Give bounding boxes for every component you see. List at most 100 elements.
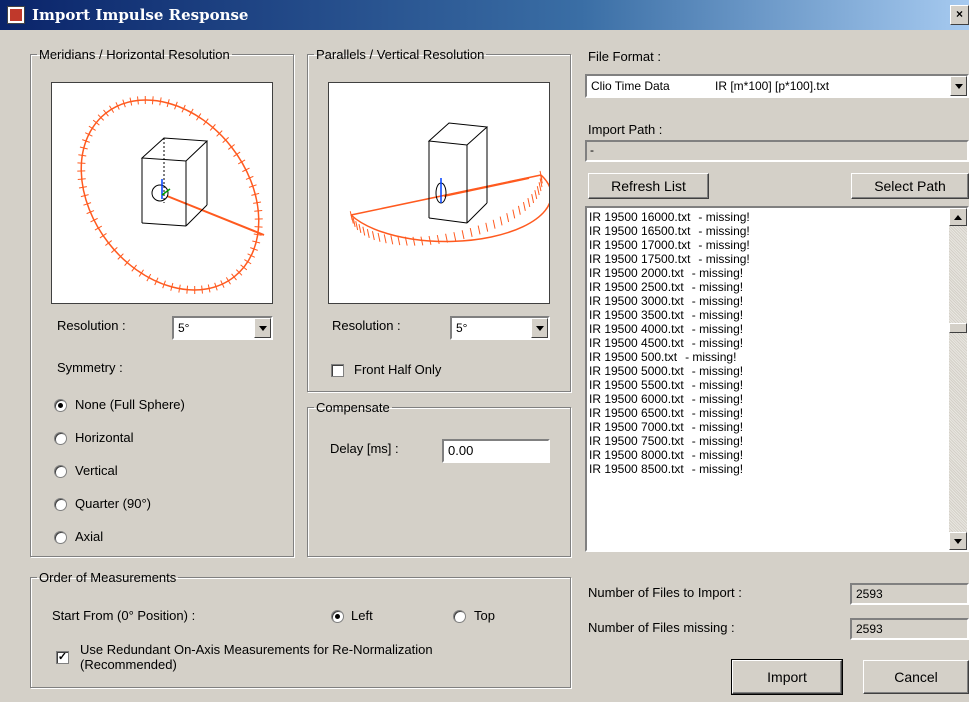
list-item-filename: IR 19500 2000.txt <box>589 266 684 280</box>
symmetry-option-label[interactable]: None (Full Sphere) <box>75 397 185 412</box>
front-half-label[interactable]: Front Half Only <box>354 362 441 377</box>
list-item[interactable]: IR 19500 8000.txt - missing! <box>587 448 949 462</box>
redundant-label-line2[interactable]: (Recommended) <box>80 657 177 672</box>
list-item-status: - missing! <box>691 406 744 420</box>
list-item[interactable]: IR 19500 3500.txt - missing! <box>587 308 949 322</box>
close-button[interactable]: × <box>950 5 969 25</box>
parallels-preview <box>328 82 552 304</box>
symmetry-radio[interactable] <box>54 465 67 478</box>
cancel-button[interactable]: Cancel <box>863 660 969 694</box>
list-item-status: - missing! <box>698 224 750 238</box>
meridians-preview-graphic <box>77 96 265 294</box>
files-missing-value: 2593 <box>850 618 969 640</box>
list-item-status: - missing! <box>691 420 744 434</box>
file-format-label: File Format : <box>588 49 661 64</box>
list-item-filename: IR 19500 3000.txt <box>589 294 684 308</box>
parallels-resolution-select[interactable]: 5° <box>450 316 550 340</box>
symmetry-option-label[interactable]: Vertical <box>75 463 118 478</box>
start-top-radio[interactable] <box>453 610 466 623</box>
chevron-down-icon[interactable] <box>254 318 271 338</box>
list-item[interactable]: IR 19500 7500.txt - missing! <box>587 434 949 448</box>
chevron-down-icon[interactable] <box>531 318 548 338</box>
list-item[interactable]: IR 19500 500.txt - missing! <box>587 350 949 364</box>
redundant-checkbox[interactable]: ✓ <box>56 651 69 664</box>
list-item[interactable]: IR 19500 17500.txt - missing! <box>587 252 949 266</box>
list-item-filename: IR 19500 7000.txt <box>589 420 684 434</box>
list-item-status: - missing! <box>691 322 744 336</box>
list-item-filename: IR 19500 16500.txt <box>589 224 691 238</box>
list-item-filename: IR 19500 500.txt <box>589 350 678 364</box>
files-missing-label: Number of Files missing : <box>588 620 735 635</box>
list-item-filename: IR 19500 4500.txt <box>589 336 684 350</box>
list-item[interactable]: IR 19500 5000.txt - missing! <box>587 364 949 378</box>
list-item-status: - missing! <box>691 294 744 308</box>
list-item[interactable]: IR 19500 3000.txt - missing! <box>587 294 949 308</box>
app-icon <box>7 6 25 24</box>
parallels-resolution-value: 5° <box>456 321 468 335</box>
start-top-label[interactable]: Top <box>474 608 495 623</box>
redundant-label-line1[interactable]: Use Redundant On-Axis Measurements for R… <box>80 642 433 657</box>
meridians-preview <box>51 82 273 304</box>
list-item-filename: IR 19500 17500.txt <box>589 252 691 266</box>
start-from-label: Start From (0° Position) : <box>52 608 196 623</box>
file-format-name: Clio Time Data <box>591 79 670 93</box>
list-item[interactable]: IR 19500 2000.txt - missing! <box>587 266 949 280</box>
list-item[interactable]: IR 19500 7000.txt - missing! <box>587 420 949 434</box>
list-item[interactable]: IR 19500 6000.txt - missing! <box>587 392 949 406</box>
list-item[interactable]: IR 19500 4000.txt - missing! <box>587 322 949 336</box>
list-item[interactable]: IR 19500 17000.txt - missing! <box>587 238 949 252</box>
list-item-status: - missing! <box>691 448 744 462</box>
order-legend: Order of Measurements <box>39 570 177 585</box>
list-item-status: - missing! <box>691 308 744 322</box>
file-list-rows: IR 19500 16000.txt - missing! IR 19500 165… <box>587 210 949 476</box>
symmetry-radio[interactable] <box>54 531 67 544</box>
list-item[interactable]: IR 19500 16000.txt - missing! <box>587 210 949 224</box>
list-item-status: - missing! <box>691 364 744 378</box>
list-item-filename: IR 19500 2500.txt <box>589 280 684 294</box>
symmetry-option-label[interactable]: Quarter (90°) <box>75 496 151 511</box>
start-left-radio[interactable] <box>331 610 344 623</box>
scroll-up-button[interactable] <box>949 208 967 226</box>
parallels-legend: Parallels / Vertical Resolution <box>316 47 485 62</box>
list-item[interactable]: IR 19500 8500.txt - missing! <box>587 462 949 476</box>
list-item[interactable]: IR 19500 2500.txt - missing! <box>587 280 949 294</box>
import-path-field: - <box>585 140 969 162</box>
list-item-filename: IR 19500 3500.txt <box>589 308 684 322</box>
file-list[interactable]: IR 19500 16000.txt - missing! IR 19500 165… <box>585 206 969 552</box>
select-path-button[interactable]: Select Path <box>851 173 969 199</box>
file-list-scrollbar[interactable] <box>949 208 967 550</box>
symmetry-radio[interactable] <box>54 498 67 511</box>
front-half-checkbox[interactable] <box>331 364 344 377</box>
symmetry-option-label[interactable]: Axial <box>75 529 103 544</box>
start-left-label[interactable]: Left <box>351 608 373 623</box>
chevron-down-icon[interactable] <box>950 76 967 96</box>
files-to-import-value: 2593 <box>850 583 969 605</box>
refresh-list-button[interactable]: Refresh List <box>588 173 709 199</box>
list-item-status: - missing! <box>691 434 744 448</box>
file-format-select[interactable]: Clio Time Data IR [m*100] [p*100].txt <box>585 74 969 98</box>
scroll-thumb[interactable] <box>949 323 967 333</box>
symmetry-radio[interactable] <box>54 399 67 412</box>
delay-input[interactable]: 0.00 <box>442 439 550 463</box>
list-item-filename: IR 19500 4000.txt <box>589 322 684 336</box>
list-item[interactable]: IR 19500 6500.txt - missing! <box>587 406 949 420</box>
import-path-label: Import Path : <box>588 122 663 137</box>
list-item-status: - missing! <box>691 378 744 392</box>
list-item-status: - missing! <box>691 392 744 406</box>
symmetry-radio[interactable] <box>54 432 67 445</box>
scroll-down-button[interactable] <box>949 532 967 550</box>
list-item-status: - missing! <box>685 350 737 364</box>
delay-label: Delay [ms] : <box>330 441 399 456</box>
compensate-legend: Compensate <box>316 400 390 415</box>
import-button[interactable]: Import <box>731 659 843 695</box>
list-item[interactable]: IR 19500 5500.txt - missing! <box>587 378 949 392</box>
list-item-filename: IR 19500 8500.txt <box>589 462 684 476</box>
parallels-resolution-label: Resolution : <box>332 318 401 333</box>
window-title: Import Impulse Response <box>32 6 249 24</box>
list-item[interactable]: IR 19500 16500.txt - missing! <box>587 224 949 238</box>
list-item-status: - missing! <box>698 210 750 224</box>
meridians-resolution-select[interactable]: 5° <box>172 316 273 340</box>
list-item[interactable]: IR 19500 4500.txt - missing! <box>587 336 949 350</box>
meridians-legend: Meridians / Horizontal Resolution <box>39 47 230 62</box>
symmetry-option-label[interactable]: Horizontal <box>75 430 134 445</box>
